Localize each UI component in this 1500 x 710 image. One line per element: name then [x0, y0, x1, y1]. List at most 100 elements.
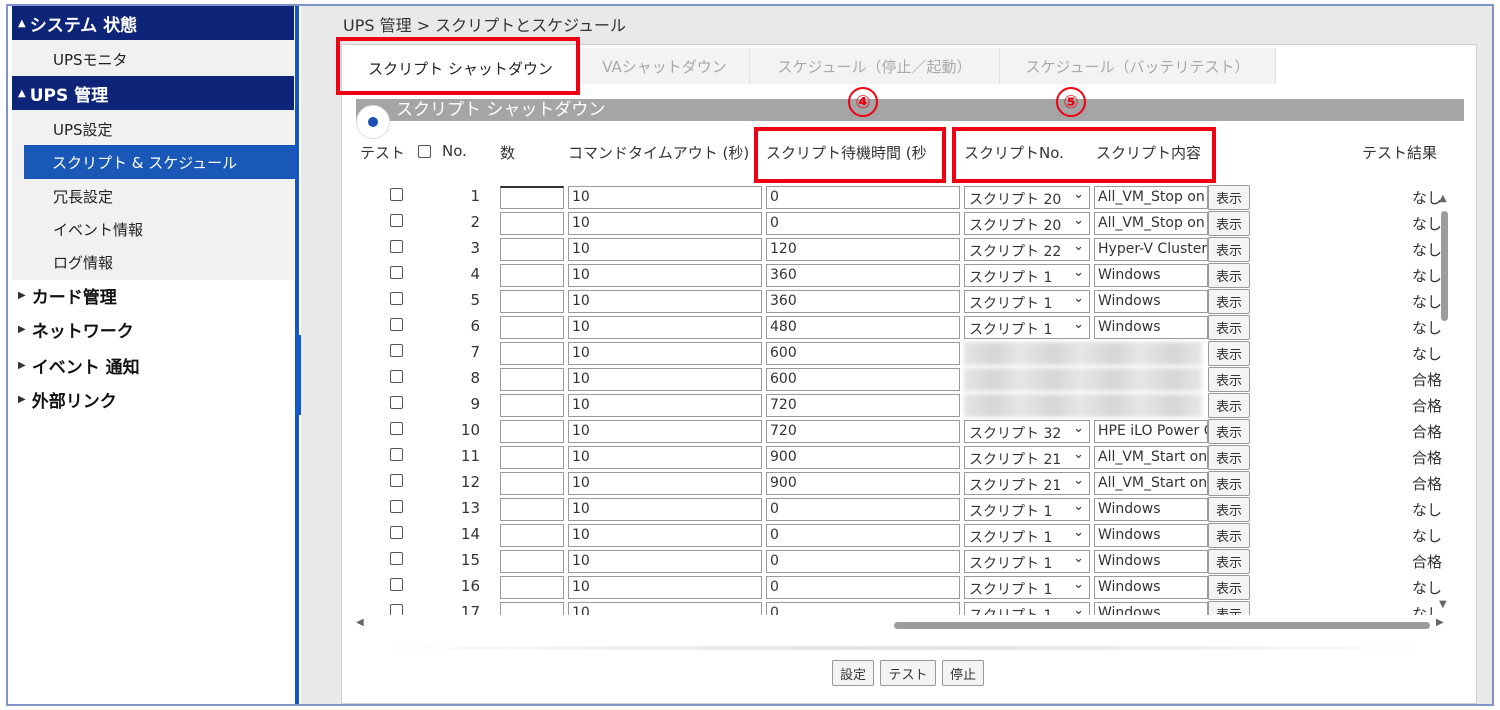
row-count-input[interactable]: [500, 316, 564, 339]
row-wait-input[interactable]: 0: [766, 550, 960, 573]
row-count-input[interactable]: [500, 342, 564, 365]
row-show-button[interactable]: 表示: [1208, 367, 1250, 392]
nav-external-links[interactable]: ▶ 外部リンク: [18, 382, 117, 416]
select-all-checkbox[interactable]: [418, 145, 431, 158]
row-test-checkbox[interactable]: [390, 526, 403, 539]
row-timeout-input[interactable]: 10: [568, 498, 762, 521]
row-show-button[interactable]: 表示: [1208, 393, 1250, 418]
row-test-checkbox[interactable]: [390, 266, 403, 279]
row-show-button[interactable]: 表示: [1208, 211, 1250, 236]
row-test-checkbox[interactable]: [390, 552, 403, 565]
row-show-button[interactable]: 表示: [1208, 549, 1250, 574]
row-wait-input[interactable]: 900: [766, 472, 960, 495]
row-timeout-input[interactable]: 10: [568, 472, 762, 495]
row-wait-input[interactable]: 600: [766, 368, 960, 391]
row-script-select[interactable]: スクリプト 20 ⌄: [964, 186, 1090, 209]
nav-event-info[interactable]: イベント情報: [12, 212, 294, 246]
row-wait-input[interactable]: 120: [766, 238, 960, 261]
row-timeout-input[interactable]: 10: [568, 316, 762, 339]
row-script-content[interactable]: All_VM_Stop on H: [1094, 212, 1208, 235]
row-show-button[interactable]: 表示: [1208, 445, 1250, 470]
row-show-button[interactable]: 表示: [1208, 237, 1250, 262]
row-timeout-input[interactable]: 10: [568, 342, 762, 365]
test-button[interactable]: テスト: [880, 660, 936, 686]
row-script-select[interactable]: スクリプト 1⌄: [964, 524, 1090, 547]
row-show-button[interactable]: 表示: [1208, 263, 1250, 288]
row-timeout-input[interactable]: 10: [568, 290, 762, 313]
row-count-input[interactable]: [500, 394, 564, 417]
row-test-checkbox[interactable]: [390, 396, 403, 409]
row-wait-input[interactable]: 360: [766, 290, 960, 313]
row-timeout-input[interactable]: 10: [568, 368, 762, 391]
row-timeout-input[interactable]: 10: [568, 264, 762, 287]
row-script-content[interactable]: Windows: [1094, 290, 1208, 313]
section-radio[interactable]: [356, 105, 390, 139]
row-test-checkbox[interactable]: [390, 214, 403, 227]
row-script-content[interactable]: HPE iLO Power O: [1094, 420, 1208, 443]
stop-button[interactable]: 停止: [942, 660, 984, 686]
row-wait-input[interactable]: 900: [766, 446, 960, 469]
nav-card-management[interactable]: ▶ カード管理: [18, 278, 117, 312]
row-script-select[interactable]: スクリプト 32 ⌄: [964, 420, 1090, 443]
row-count-input[interactable]: [500, 212, 564, 235]
nav-ups-monitor[interactable]: UPSモニタ: [12, 42, 294, 76]
row-script-content[interactable]: Windows: [1094, 602, 1208, 615]
row-count-input[interactable]: [500, 420, 564, 443]
row-script-content[interactable]: All_VM_Start on: [1094, 446, 1208, 469]
row-timeout-input[interactable]: 10: [568, 524, 762, 547]
scroll-left-icon[interactable]: ◀: [356, 617, 364, 628]
row-count-input[interactable]: [500, 238, 564, 261]
row-show-button[interactable]: 表示: [1208, 185, 1250, 210]
row-show-button[interactable]: 表示: [1208, 471, 1250, 496]
scroll-down-icon[interactable]: ▼: [1439, 599, 1447, 610]
row-count-input[interactable]: [500, 368, 564, 391]
row-wait-input[interactable]: 0: [766, 498, 960, 521]
tab-schedule-battery-test[interactable]: スケジュール（バッテリテスト）: [1000, 48, 1276, 84]
row-test-checkbox[interactable]: [390, 292, 403, 305]
row-script-select[interactable]: スクリプト 1⌄: [964, 316, 1090, 339]
row-timeout-input[interactable]: 10: [568, 186, 762, 209]
row-test-checkbox[interactable]: [390, 422, 403, 435]
row-show-button[interactable]: 表示: [1208, 341, 1250, 366]
row-test-checkbox[interactable]: [390, 318, 403, 331]
nav-ups-settings[interactable]: UPS設定: [12, 112, 294, 146]
row-script-content[interactable]: Windows: [1094, 316, 1208, 339]
row-show-button[interactable]: 表示: [1208, 497, 1250, 522]
row-script-select[interactable]: スクリプト 1⌄: [964, 290, 1090, 313]
row-timeout-input[interactable]: 10: [568, 550, 762, 573]
row-count-input[interactable]: [500, 186, 564, 209]
row-timeout-input[interactable]: 10: [568, 446, 762, 469]
tab-schedule-stop-start[interactable]: スケジュール（停止／起動）: [750, 48, 1000, 84]
row-wait-input[interactable]: 360: [766, 264, 960, 287]
row-show-button[interactable]: 表示: [1208, 419, 1250, 444]
nav-log-info[interactable]: ログ情報: [12, 245, 294, 279]
row-wait-input[interactable]: 720: [766, 420, 960, 443]
row-test-checkbox[interactable]: [390, 240, 403, 253]
row-script-select[interactable]: スクリプト 20 ⌄: [964, 212, 1090, 235]
horizontal-scrollbar[interactable]: ◀ ▶: [356, 617, 1448, 631]
row-script-content[interactable]: Windows: [1094, 264, 1208, 287]
row-script-content[interactable]: All_VM_Stop on H: [1094, 186, 1208, 209]
row-script-content[interactable]: All_VM_Start on: [1094, 472, 1208, 495]
row-wait-input[interactable]: 0: [766, 524, 960, 547]
row-wait-input[interactable]: 0: [766, 212, 960, 235]
row-count-input[interactable]: [500, 602, 564, 615]
row-wait-input[interactable]: 0: [766, 576, 960, 599]
row-test-checkbox[interactable]: [390, 448, 403, 461]
row-script-select[interactable]: スクリプト 1⌄: [964, 550, 1090, 573]
row-timeout-input[interactable]: 10: [568, 238, 762, 261]
row-script-content[interactable]: Hyper-V Cluster s: [1094, 238, 1208, 261]
row-script-select[interactable]: スクリプト 1⌄: [964, 576, 1090, 599]
row-test-checkbox[interactable]: [390, 344, 403, 357]
row-script-select[interactable]: スクリプト 21 ⌄: [964, 446, 1090, 469]
row-test-checkbox[interactable]: [390, 578, 403, 591]
row-count-input[interactable]: [500, 290, 564, 313]
row-test-checkbox[interactable]: [390, 474, 403, 487]
row-script-content[interactable]: Windows: [1094, 524, 1208, 547]
row-test-checkbox[interactable]: [390, 604, 403, 615]
row-timeout-input[interactable]: 10: [568, 394, 762, 417]
nav-event-notification[interactable]: ▶ イベント 通知: [18, 348, 140, 382]
row-timeout-input[interactable]: 10: [568, 602, 762, 615]
nav-script-schedule[interactable]: スクリプト & スケジュール: [24, 145, 298, 179]
row-wait-input[interactable]: 0: [766, 186, 960, 209]
